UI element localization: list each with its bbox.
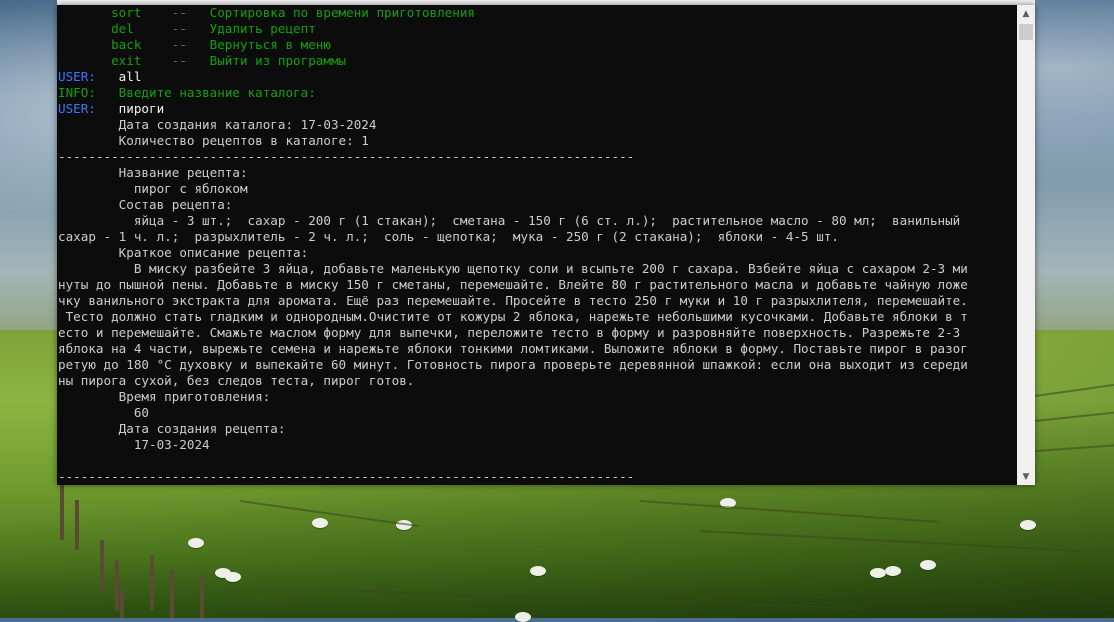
console-line: Дата создания каталога: 17-03-2024	[57, 117, 1017, 133]
sheep	[920, 560, 936, 570]
console-line: Дата создания рецепта:	[57, 421, 1017, 437]
console-line: 17-03-2024	[57, 437, 1017, 453]
scroll-thumb[interactable]	[1019, 24, 1033, 40]
fence-post	[115, 560, 119, 610]
console-line: ----------------------------------------…	[57, 149, 1017, 165]
fence-post	[100, 540, 104, 590]
console-text: Тесто должно стать гладким и однородным.…	[58, 309, 968, 324]
console-line: Состав рецепта:	[57, 197, 1017, 213]
chevron-up-icon[interactable]: ▲	[1017, 5, 1035, 22]
sheep	[312, 518, 328, 528]
console-text: ----------------------------------------…	[58, 149, 635, 164]
console-text: USER:	[58, 69, 119, 84]
console-text: Краткое описание рецепта:	[58, 245, 309, 260]
console-text: пироги	[118, 101, 165, 116]
console-text: exit -- Выйти из программы	[111, 53, 347, 68]
console-line: back -- Вернуться в меню	[57, 37, 1017, 53]
console-line: INFO: Введите название каталога:	[57, 85, 1017, 101]
console-line: В миску разбейте 3 яйца, добавьте малень…	[57, 261, 1017, 277]
fence-post	[60, 480, 64, 540]
sheep	[1020, 520, 1036, 530]
fence-post	[200, 575, 204, 618]
console-text: back -- Вернуться в меню	[111, 37, 331, 52]
console-text: ретую до 180 °С духовку и выпекайте 60 м…	[58, 357, 968, 372]
console-text: 60	[58, 405, 149, 420]
sheep	[515, 612, 531, 622]
console-line: Название рецепта:	[57, 165, 1017, 181]
console-text: Дата создания каталога: 17-03-2024	[58, 117, 377, 132]
console-text: ----------------------------------------…	[58, 469, 635, 484]
console-output[interactable]: sort -- Сортировка по времени приготовле…	[57, 5, 1017, 485]
console-text: all	[118, 69, 142, 84]
console-line: USER: пироги	[57, 101, 1017, 117]
console-line: Количество рецептов в каталоге: 1	[57, 133, 1017, 149]
console-text: яйца - 3 шт.; сахар - 200 г (1 стакан); …	[58, 213, 961, 228]
console-line: сахар - 1 ч. л.; разрыхлитель - 2 ч. л.;…	[57, 229, 1017, 245]
console-line: чку ванильного экстракта для аромата. Ещ…	[57, 293, 1017, 309]
sheep	[188, 538, 204, 548]
console-line: ----------------------------------------…	[57, 469, 1017, 485]
console-text: Количество рецептов в каталоге: 1	[58, 133, 369, 148]
console-text: Дата создания рецепта:	[58, 421, 286, 436]
sheep	[870, 568, 886, 578]
console-line: exit -- Выйти из программы	[57, 53, 1017, 69]
console-text: В миску разбейте 3 яйца, добавьте малень…	[58, 261, 968, 276]
console-line: яблока на 4 части, вырежьте семена и нар…	[57, 341, 1017, 357]
console-text: ны пирога сухой, без следов теста, пирог…	[58, 373, 415, 388]
console-text: sort -- Сортировка по времени приготовле…	[111, 5, 476, 20]
console-line: del -- Удалить рецепт	[57, 21, 1017, 37]
console-text: чку ванильного экстракта для аромата. Ещ…	[58, 293, 968, 308]
console-line: Краткое описание рецепта:	[57, 245, 1017, 261]
console-line: есто и перемешайте. Смажьте маслом форму…	[57, 325, 1017, 341]
fence-post	[170, 570, 174, 618]
fence-post	[150, 555, 154, 610]
console-line: Тесто должно стать гладким и однородным.…	[57, 309, 1017, 325]
console-text: яблока на 4 части, вырежьте семена и нар…	[58, 341, 968, 356]
console-text: INFO:	[58, 85, 119, 100]
console-text: Время приготовления:	[58, 389, 271, 404]
console-text: есто и перемешайте. Смажьте маслом форму…	[58, 325, 961, 340]
console-text: Название рецепта:	[58, 165, 248, 180]
console-text: сахар - 1 ч. л.; разрыхлитель - 2 ч. л.;…	[58, 229, 839, 244]
console-line: нуты до пышной пены. Добавьте в миску 15…	[57, 277, 1017, 293]
console-line: яйца - 3 шт.; сахар - 200 г (1 стакан); …	[57, 213, 1017, 229]
console-text: нуты до пышной пены. Добавьте в миску 15…	[58, 277, 968, 292]
sheep	[225, 572, 241, 582]
sheep	[885, 566, 901, 576]
vertical-scrollbar[interactable]: ▲ ▼	[1017, 5, 1035, 485]
console-text: USER:	[58, 101, 119, 116]
console-window[interactable]: sort -- Сортировка по времени приготовле…	[57, 5, 1035, 485]
sheep	[530, 566, 546, 576]
console-line: Время приготовления:	[57, 389, 1017, 405]
console-text: Введите название каталога:	[118, 85, 316, 100]
console-line: пирог с яблоком	[57, 181, 1017, 197]
fence-post	[120, 590, 124, 618]
console-text: пирог с яблоком	[58, 181, 248, 196]
console-line: ретую до 180 °С духовку и выпекайте 60 м…	[57, 357, 1017, 373]
console-text: 17-03-2024	[58, 437, 210, 452]
console-line: 60	[57, 405, 1017, 421]
console-text: Состав рецепта:	[58, 197, 233, 212]
chevron-down-icon[interactable]: ▼	[1017, 468, 1035, 485]
console-line: USER: all	[57, 69, 1017, 85]
fence-post	[75, 500, 79, 550]
console-line: ны пирога сухой, без следов теста, пирог…	[57, 373, 1017, 389]
console-line: sort -- Сортировка по времени приготовле…	[57, 5, 1017, 21]
console-text: del -- Удалить рецепт	[111, 21, 316, 36]
